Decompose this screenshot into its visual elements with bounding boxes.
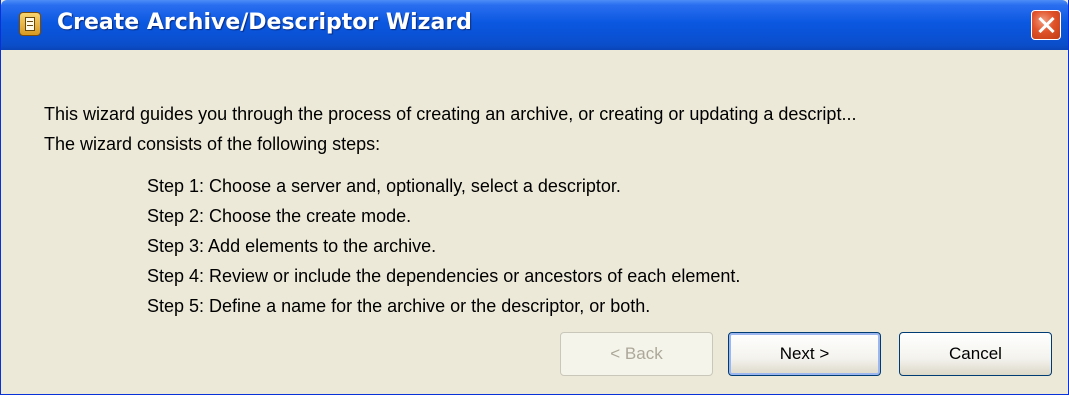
title-bar[interactable]: Create Archive/Descriptor Wizard bbox=[1, 0, 1068, 50]
next-button[interactable]: Next > bbox=[728, 332, 881, 376]
wizard-dialog: Create Archive/Descriptor Wizard This wi… bbox=[0, 0, 1069, 395]
step-1-text: Step 1: Choose a server and, optionally,… bbox=[147, 176, 621, 196]
close-button[interactable] bbox=[1031, 10, 1061, 40]
window-title: Create Archive/Descriptor Wizard bbox=[57, 10, 472, 35]
archive-wizard-icon bbox=[19, 12, 41, 36]
steps-intro-text: The wizard consists of the following ste… bbox=[44, 134, 381, 154]
step-4-text: Step 4: Review or include the dependenci… bbox=[147, 266, 741, 286]
cancel-button[interactable]: Cancel bbox=[899, 332, 1052, 376]
back-button[interactable]: < Back bbox=[560, 332, 713, 376]
step-3-text: Step 3: Add elements to the archive. bbox=[147, 236, 437, 256]
step-5-text: Step 5: Define a name for the archive or… bbox=[147, 296, 651, 316]
step-2-text: Step 2: Choose the create mode. bbox=[147, 206, 412, 226]
intro-text: This wizard guides you through the proce… bbox=[44, 104, 857, 124]
